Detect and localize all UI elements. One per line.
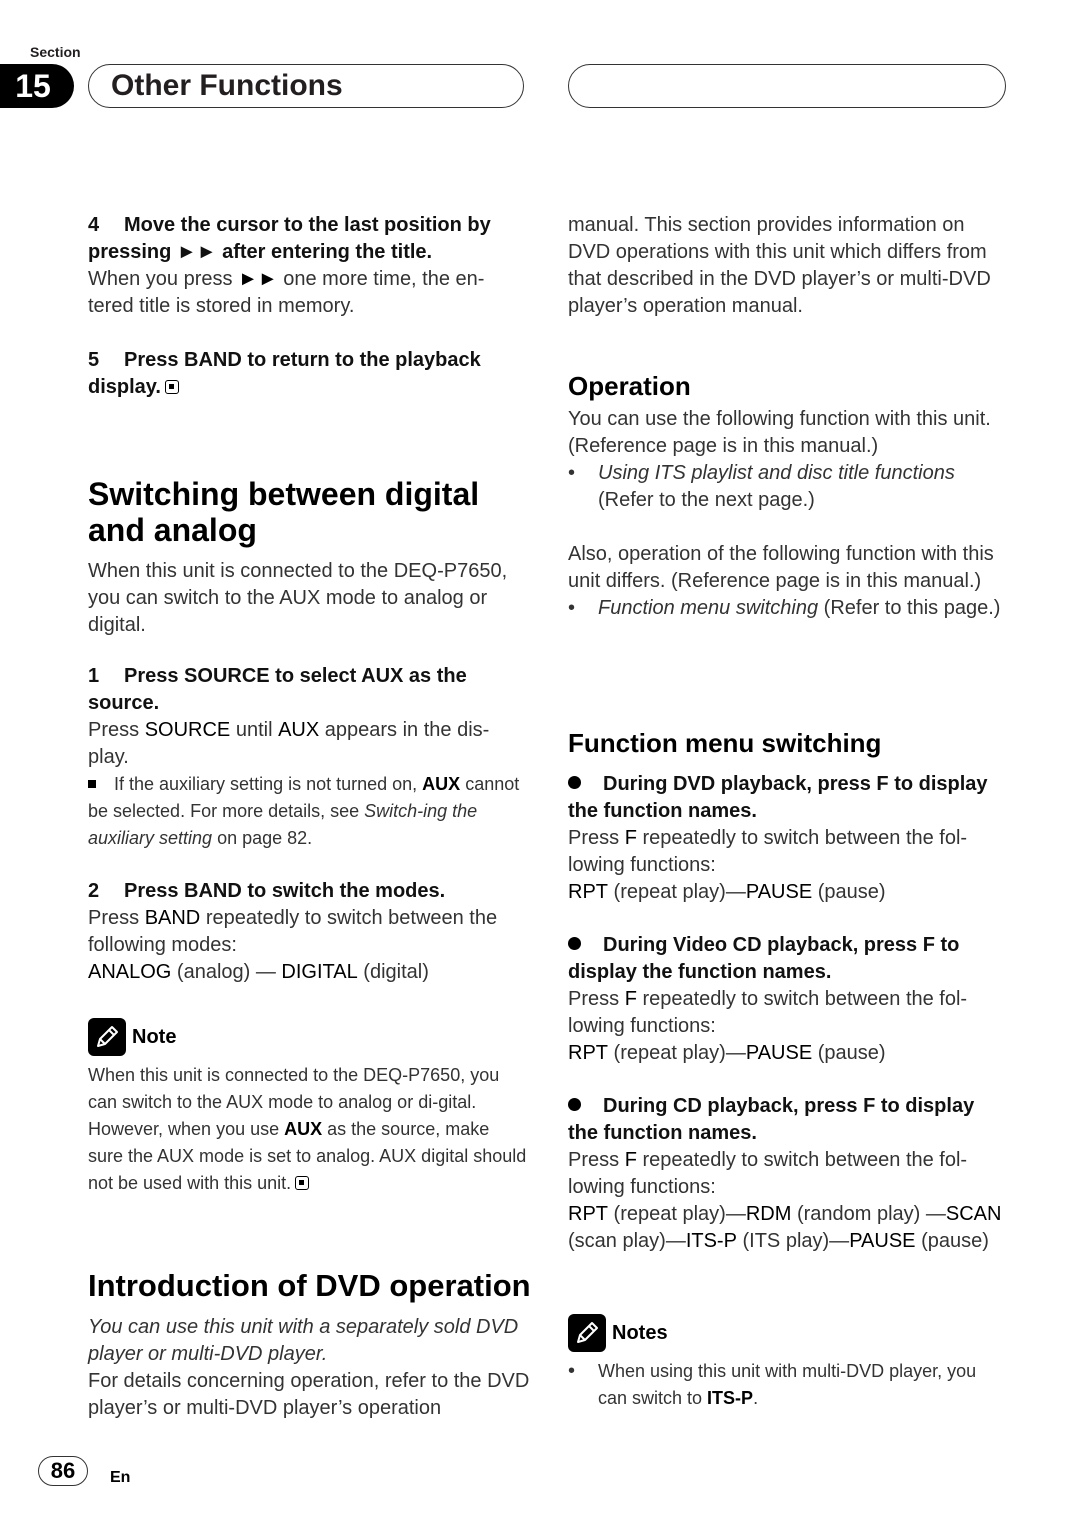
bullet-icon: [568, 776, 581, 789]
intro-dvd-section: Introduction of DVD operation You can us…: [88, 1268, 538, 1422]
empty-header-pill: [568, 64, 1006, 108]
note-box: Note When this unit is connected to the …: [88, 1018, 528, 1197]
function-menu-heading: Function menu switching: [568, 728, 882, 758]
switching-intro: When this unit is connected to the DEQ-P…: [88, 560, 508, 636]
function-menu-section: Function menu switching During DVD playb…: [568, 727, 1008, 1255]
step-1-body: Press SOURCE until AUX appears in the di…: [88, 719, 490, 768]
operation-body-1: You can use the following function with …: [568, 408, 991, 457]
operation-heading: Operation: [568, 371, 691, 401]
note-text: When this unit is connected to the DEQ-P…: [88, 1065, 527, 1193]
notes-label: Notes: [612, 1321, 668, 1344]
note-label: Note: [132, 1025, 177, 1048]
vcd-playback-block: During Video CD playback, press F to dis…: [568, 932, 1008, 1067]
step-4-title: 4 Move the cursor to the last position by…: [88, 214, 491, 263]
section-title: Other Functions: [88, 64, 524, 108]
switching-heading: Switching between digital and analog: [88, 476, 480, 548]
operation-body-2: Also, operation of the following functio…: [568, 543, 994, 592]
notes-box: Notes • When using this unit with multi-…: [568, 1314, 1008, 1412]
link-function-menu[interactable]: Function menu switching: [598, 597, 818, 619]
step-4-body: When you press ►► one more time, the en-…: [88, 268, 485, 317]
dvd-continued: manual. This section provides informatio…: [568, 212, 1008, 320]
section-title-text: Other Functions: [111, 69, 343, 102]
square-bullet-icon: [88, 780, 96, 788]
pencil-icon: [568, 1314, 606, 1352]
cd-playback-block: During CD playback, press F to display t…: [568, 1093, 1008, 1255]
step-5: 5 Press BAND to return to the playback di…: [88, 347, 528, 401]
vcd-playback-title: During Video CD playback, press F to dis…: [568, 934, 960, 983]
intro-dvd-body: For details concerning operation, refer …: [88, 1370, 530, 1419]
language-label: En: [110, 1469, 131, 1486]
operation-section: Operation You can use the following func…: [568, 370, 1008, 622]
notes-header: Notes: [568, 1314, 1008, 1352]
pencil-icon: [88, 1018, 126, 1056]
bullet-icon: •: [568, 462, 576, 484]
page-number: 86: [38, 1456, 88, 1486]
switching-step-2: 2 Press BAND to switch the modes. Press B…: [88, 878, 528, 986]
section-number-badge: 15: [0, 64, 74, 108]
bullet-icon: [568, 937, 581, 950]
dvd-continued-text: manual. This section provides informatio…: [568, 214, 991, 317]
note-header: Note: [88, 1018, 528, 1056]
bullet-icon: •: [568, 597, 576, 619]
cd-playback-title: During CD playback, press F to display t…: [568, 1095, 975, 1144]
end-mark-icon: [295, 1176, 310, 1190]
dvd-functions: RPT (repeat play)—PAUSE (pause): [568, 881, 886, 903]
switching-step-1: 1 Press SOURCE to select AUX as the sourc…: [88, 663, 528, 852]
fast-forward-icon: ►►: [238, 268, 278, 290]
cd-functions: RPT (repeat play)—RDM (random play) —SCA…: [568, 1203, 1002, 1252]
step-2-modes: ANALOG (analog) — DIGITAL (digital): [88, 961, 429, 983]
dvd-playback-title: During DVD playback, press F to display …: [568, 773, 988, 822]
step-1-title: 1 Press SOURCE to select AUX as the sourc…: [88, 665, 467, 714]
step-1-hint: If the auxiliary setting is not turned o…: [88, 774, 520, 848]
vcd-functions: RPT (repeat play)—PAUSE (pause): [568, 1042, 886, 1064]
step-2-title: 2 Press BAND to switch the modes.: [88, 880, 446, 902]
fast-forward-icon: ►►: [176, 241, 217, 263]
notes-bullet: • When using this unit with multi-DVD pl…: [568, 1358, 1008, 1412]
operation-bullet-1: • Using ITS playlist and disc title func…: [568, 460, 1008, 514]
bullet-icon: [568, 1098, 581, 1111]
end-mark-icon: [165, 380, 179, 394]
intro-dvd-italic: You can use this unit with a separately …: [88, 1316, 519, 1365]
operation-bullet-2: • Function menu switching (Refer to this…: [568, 595, 1008, 622]
dvd-playback-block: During DVD playback, press F to display …: [568, 771, 1008, 906]
link-its-playlist[interactable]: Using ITS playlist and disc title functi…: [598, 462, 955, 484]
step-5-title: 5 Press BAND to return to the playback di…: [88, 349, 481, 398]
switching-section: Switching between digital and analog Whe…: [88, 476, 528, 639]
step-4: 4 Move the cursor to the last position by…: [88, 212, 528, 320]
step-2-body: Press BAND repeatedly to switch between …: [88, 907, 498, 956]
section-label: Section: [30, 44, 81, 60]
intro-dvd-heading: Introduction of DVD operation: [88, 1268, 531, 1303]
bullet-icon: •: [568, 1360, 576, 1382]
